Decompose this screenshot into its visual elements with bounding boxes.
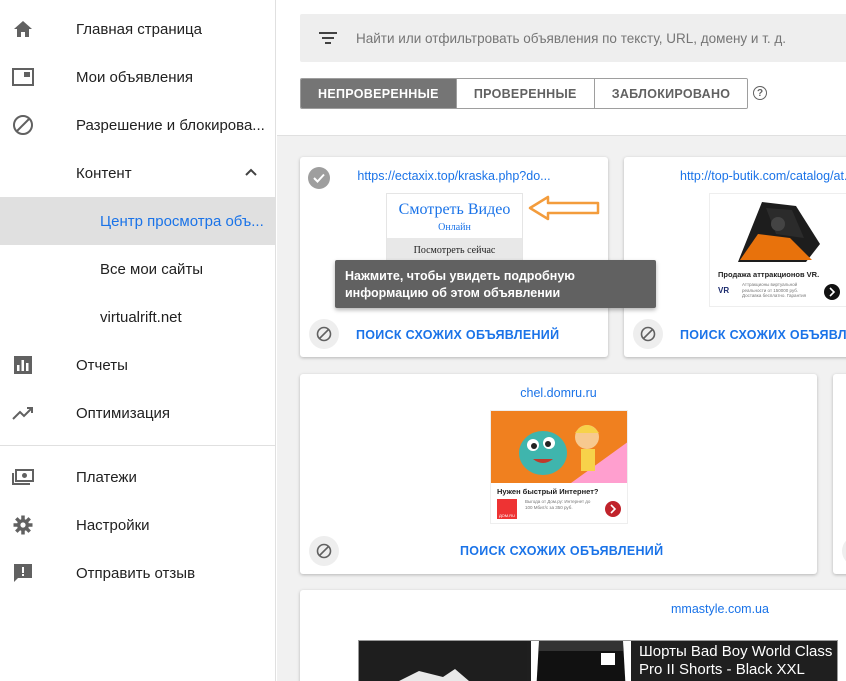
chevron-up-icon <box>244 165 258 179</box>
find-similar-link[interactable]: ПОИСК СХОЖИХ ОБЪЯВЛЕНИЙ <box>460 544 663 558</box>
sidebar-item-label: Центр просмотра объ... <box>100 212 264 230</box>
ad-brand: VR <box>718 286 730 295</box>
sidebar-item-label: Все мои сайты <box>100 260 204 278</box>
ad-card[interactable]: mmastyle.com.ua Шорты Bad Boy World Clas… <box>300 590 846 681</box>
sidebar-item-reports[interactable]: Отчеты <box>0 341 276 389</box>
ad-card[interactable]: chel.domru.ru Нужен быстрый Интернет? ДО… <box>300 374 817 574</box>
sidebar-item-my-ads[interactable]: Мои объявления <box>0 53 276 101</box>
sidebar-item-content[interactable]: Контент <box>0 149 276 197</box>
sidebar: Главная страница Мои объявления Разрешен… <box>0 0 276 681</box>
ad-image-shorts <box>531 641 631 681</box>
tab-blocked[interactable]: ЗАБЛОКИРОВАНО <box>593 79 748 108</box>
ad-creative[interactable]: Продажа аттракционов VR. Аттракционы вир… <box>709 193 846 307</box>
sidebar-item-label: virtualrift.net <box>100 308 182 326</box>
settings-icon <box>12 514 34 536</box>
ad-image <box>710 194 846 266</box>
main-content: НЕПРОВЕРЕННЫЕ ПРОВЕРЕННЫЕ ЗАБЛОКИРОВАНО … <box>277 0 846 681</box>
ad-logo: ДОМ.RU <box>497 499 517 519</box>
ad-url[interactable]: https://ectaxix.top/kraska.php?do... <box>300 169 608 183</box>
sidebar-item-review-center[interactable]: Центр просмотра объ... <box>0 197 276 245</box>
sidebar-item-payments[interactable]: Платежи <box>0 453 276 501</box>
ad-url[interactable]: mmastyle.com.ua <box>300 602 846 616</box>
ad-arrow-icon <box>605 501 621 517</box>
sidebar-item-home[interactable]: Главная страница <box>0 5 276 53</box>
feedback-icon <box>12 562 34 584</box>
ad-creative[interactable]: Шорты Bad Boy World Class Pro II Shorts … <box>358 640 838 681</box>
ad-creative[interactable]: Нужен быстрый Интернет? ДОМ.RU Выгода от… <box>490 410 628 524</box>
ad-card-partial[interactable] <box>833 374 846 574</box>
sidebar-item-label: Отчеты <box>76 356 128 374</box>
search-input[interactable] <box>356 14 836 62</box>
sidebar-item-label: Оптимизация <box>76 404 171 422</box>
reports-icon <box>12 354 34 376</box>
sidebar-item-label: Отправить отзыв <box>76 564 196 582</box>
ad-image <box>491 411 627 483</box>
search-bar[interactable] <box>300 14 846 62</box>
find-similar-link[interactable]: ПОИСК СХОЖИХ ОБЪЯВЛЕНИЙ <box>680 328 846 342</box>
status-tabs: НЕПРОВЕРЕННЫЕ ПРОВЕРЕННЫЕ ЗАБЛОКИРОВАНО <box>300 78 749 109</box>
sidebar-item-optimization[interactable]: Оптимизация <box>0 389 276 437</box>
trending-icon <box>12 402 34 424</box>
ad-headline: Шорты Bad Boy World Class Pro II Shorts … <box>639 643 833 678</box>
sidebar-item-all-sites[interactable]: Все мои сайты <box>0 245 276 293</box>
sidebar-item-allow-block[interactable]: Разрешение и блокирова... <box>0 101 276 149</box>
ad-headline: Продажа аттракционов VR. <box>718 270 820 279</box>
sidebar-item-label: Главная страница <box>76 20 202 38</box>
sidebar-item-label: Настройки <box>76 516 150 534</box>
ad-details-tooltip: Нажмите, чтобы увидеть подробную информа… <box>335 260 656 308</box>
ad-arrow-icon <box>824 284 840 300</box>
sidebar-item-label: Мои объявления <box>76 68 193 86</box>
filter-bar: НЕПРОВЕРЕННЫЕ ПРОВЕРЕННЫЕ ЗАБЛОКИРОВАНО … <box>277 0 846 136</box>
sidebar-item-label: Контент <box>76 164 132 182</box>
ad-subtitle: Онлайн <box>438 222 471 233</box>
sidebar-item-settings[interactable]: Настройки <box>0 501 276 549</box>
ad-body: Аттракционы виртуальной реальности от 15… <box>742 282 807 298</box>
block-icon <box>12 114 34 136</box>
sidebar-item-feedback[interactable]: Отправить отзыв <box>0 549 276 597</box>
help-icon[interactable]: ? <box>753 86 767 100</box>
arrow-annotation <box>528 195 600 221</box>
ad-body: Выгода от Дом.ру: Интернет до 100 Мбит/с… <box>525 499 591 510</box>
tab-unreviewed[interactable]: НЕПРОВЕРЕННЫЕ <box>301 79 456 108</box>
sidebar-item-label: Платежи <box>76 468 137 486</box>
sidebar-item-label: Разрешение и блокирова... <box>76 116 265 134</box>
ad-url[interactable]: http://top-butik.com/catalog/at... <box>624 169 846 183</box>
ad-creative[interactable]: Смотреть Видео Онлайн Посмотреть сейчас <box>386 193 523 263</box>
block-ad-button[interactable] <box>842 536 846 566</box>
ad-card[interactable]: https://ectaxix.top/kraska.php?do... Смо… <box>300 157 608 357</box>
sidebar-divider <box>0 445 276 446</box>
ads-icon <box>12 66 34 88</box>
filter-icon[interactable] <box>318 29 338 47</box>
block-ad-button[interactable] <box>633 319 663 349</box>
ad-card[interactable]: http://top-butik.com/catalog/at... Прода… <box>624 157 846 357</box>
home-icon <box>12 18 34 40</box>
ad-headline: Нужен быстрый Интернет? <box>497 487 599 496</box>
sidebar-item-site[interactable]: virtualrift.net <box>0 293 276 341</box>
payments-icon <box>12 466 34 488</box>
ad-image <box>359 641 527 681</box>
tab-reviewed[interactable]: ПРОВЕРЕННЫЕ <box>455 79 594 108</box>
find-similar-link[interactable]: ПОИСК СХОЖИХ ОБЪЯВЛЕНИЙ <box>356 328 559 342</box>
ad-url[interactable]: chel.domru.ru <box>300 386 817 400</box>
block-ad-button[interactable] <box>309 536 339 566</box>
block-ad-button[interactable] <box>309 319 339 349</box>
ad-title: Смотреть Видео <box>398 201 511 218</box>
